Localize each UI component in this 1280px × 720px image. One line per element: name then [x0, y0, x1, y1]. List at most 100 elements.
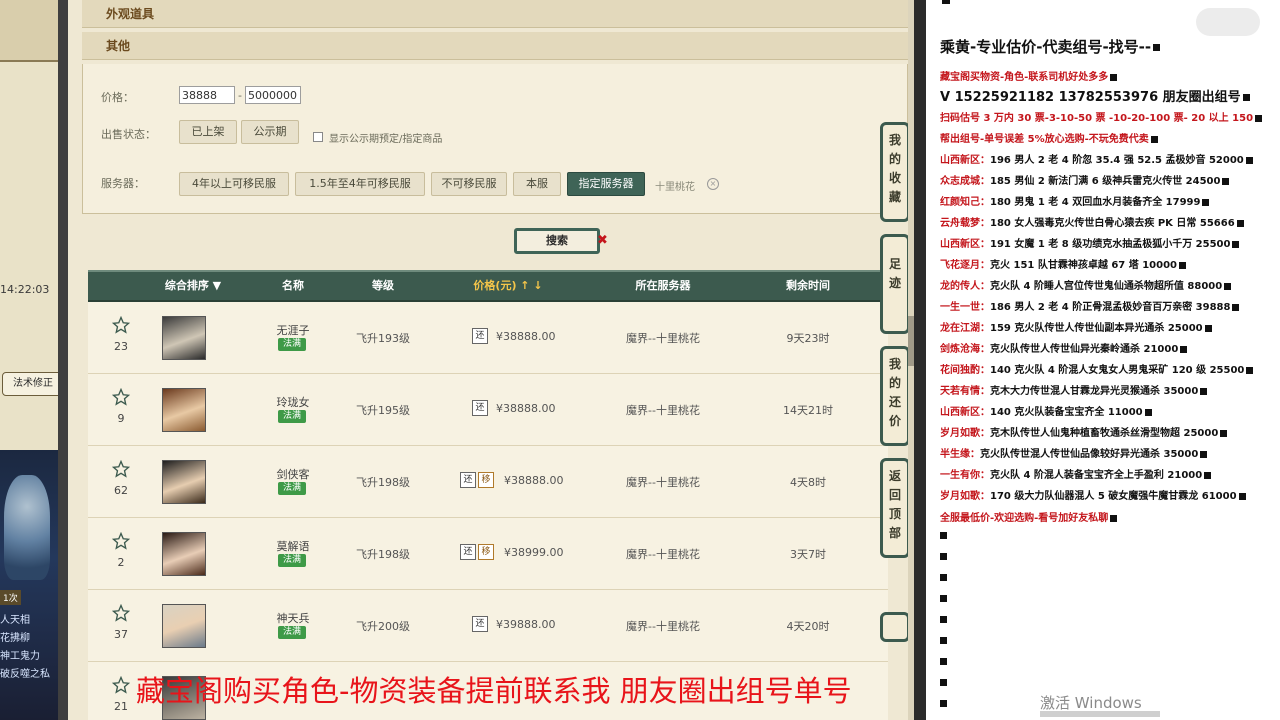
listing-entry: 半生缘：克火队传世混人传世仙品像较好异光通杀 35000 [940, 445, 1208, 460]
avatar[interactable] [162, 604, 206, 648]
entry-text: 140 克火队 4 阶混人女鬼女人男鬼采矿 120 级 25500 [990, 365, 1245, 376]
role-name[interactable]: 莫解语 [258, 538, 328, 554]
footprints-tab[interactable]: 足迹 [880, 234, 910, 334]
star-icon[interactable] [111, 387, 131, 409]
clear-server-icon[interactable]: × [707, 178, 719, 190]
listing-entry: 岁月如歌：170 级大力队仙器混人 5 破女魔强牛魔甘霖龙 61000 [940, 487, 1246, 502]
star-icon[interactable] [111, 459, 131, 481]
show-publicity-checkbox[interactable] [313, 132, 323, 142]
tag-group: 还 [472, 328, 490, 344]
skill-item: 花拂柳 [0, 633, 30, 644]
tag-group: 还 [472, 616, 490, 632]
star-icon[interactable] [111, 531, 131, 553]
sort-dropdown[interactable]: 综合排序 ▼ [148, 272, 238, 300]
selected-server: 十里桃花 [655, 182, 695, 193]
my-offers-tab[interactable]: 我的还价 [880, 346, 910, 446]
listing-table: 23 无涯子 法满 飞升193级 还 ¥38888.00 魔界--十里桃花 9天… [88, 302, 888, 720]
avatar[interactable] [162, 532, 206, 576]
role-name[interactable]: 无涯子 [258, 322, 328, 338]
avatar[interactable] [162, 316, 206, 360]
entry-text: 170 级大力队仙器混人 5 破女魔强牛魔甘霖龙 61000 [990, 491, 1237, 502]
blank-marker [940, 677, 947, 688]
server-no-migrate-button[interactable]: 不可移民服 [431, 172, 507, 196]
role-name[interactable]: 剑侠客 [258, 466, 328, 482]
blank-marker [940, 635, 947, 646]
sale-status-label: 出售状态： [101, 128, 156, 141]
price-separator: - [238, 89, 242, 102]
role-price: ¥38888.00 [496, 402, 556, 415]
panel-footer-text: 全服最低价-欢迎选购-看号加好友私聊 [940, 513, 1109, 524]
panel-title: 乘黄-专业估价-代卖组号-找号-- [940, 36, 1161, 57]
skill-list: 人天相 花拂柳 神工鬼力 破反噬之私 [0, 612, 50, 684]
star-icon[interactable] [111, 675, 131, 697]
listing-entry: 剑炼沧海：克火队传世人传世仙异光秦岭通杀 21000 [940, 340, 1188, 355]
tag-group: 还移 [460, 472, 496, 488]
section-other[interactable]: 其他 [82, 32, 908, 60]
scrollbar-thumb[interactable] [908, 316, 914, 366]
listing-entry: 花间独酌：140 克火队 4 阶混人女鬼女人男鬼采矿 120 级 25500 [940, 361, 1254, 376]
footprints-label: 足迹 [888, 257, 901, 290]
price-label: 价格： [101, 91, 134, 104]
magic-correction-button[interactable]: 法术修正 [2, 372, 58, 396]
my-favorites-tab[interactable]: 我的收藏 [880, 122, 910, 222]
role-name[interactable]: 玲珑女 [258, 394, 328, 410]
listing-entry: 众志成城：185 男仙 2 新法门满 6 级神兵雷克火传世 24500 [940, 172, 1230, 187]
entry-name: 龙在江湖： [940, 323, 990, 334]
blank-marker [940, 614, 947, 625]
top-marker [942, 0, 950, 4]
server-1-5-4yr-migrate-button[interactable]: 1.5年至4年可移民服 [295, 172, 425, 196]
star-icon[interactable] [111, 315, 131, 337]
tag-group: 还移 [460, 544, 496, 560]
remaining-time: 4天8时 [790, 476, 826, 489]
role-server: 魔界--十里桃花 [626, 404, 700, 417]
price-min-input[interactable] [179, 86, 235, 104]
entry-name: 山西新区： [940, 155, 990, 166]
game-top-panel [0, 0, 58, 62]
entry-name: 天若有情： [940, 386, 990, 397]
cangbaoge-browser-panel: 外观道具 其他 价格： - 出售状态： 已上架 公示期 显示公示期预定/指定商品… [68, 0, 914, 720]
table-row[interactable]: 62 剑侠客 法满 飞升198级 还移 ¥38888.00 魔界--十里桃花 4… [88, 446, 888, 518]
avatar[interactable] [162, 388, 206, 432]
server-4yr-migrate-button[interactable]: 4年以上可移民服 [179, 172, 289, 196]
col-price-sort[interactable]: 价格(元) ↑ ↓ [448, 272, 568, 300]
table-row[interactable]: 23 无涯子 法满 飞升193级 还 ¥38888.00 魔界--十里桃花 9天… [88, 302, 888, 374]
entry-name: 一生一世： [940, 302, 990, 313]
table-row[interactable]: 2 莫解语 法满 飞升198级 还移 ¥38999.00 魔界--十里桃花 3天… [88, 518, 888, 590]
listing-entry: 山西新区：140 克火队装备宝宝齐全 11000 [940, 403, 1152, 418]
watermark-subline [1040, 711, 1160, 717]
entry-name: 山西新区： [940, 407, 990, 418]
server-this-button[interactable]: 本服 [513, 172, 561, 196]
table-row[interactable]: 37 神天兵 法满 飞升200级 还 ¥39888.00 魔界--十里桃花 4天… [88, 590, 888, 662]
game-clock: 14:22:03 [0, 283, 50, 296]
table-row[interactable]: 9 玲珑女 法满 飞升195级 还 ¥38888.00 魔界--十里桃花 14天… [88, 374, 888, 446]
role-name[interactable]: 神天兵 [258, 610, 328, 626]
star-icon[interactable] [111, 603, 131, 625]
col-server: 所在服务器 [635, 279, 691, 292]
entry-text: 180 男鬼 1 老 4 双回血水月装备齐全 17999 [990, 197, 1201, 208]
remaining-time: 3天7时 [790, 548, 826, 561]
avatar[interactable] [162, 460, 206, 504]
entry-text: 186 男人 2 老 4 阶正骨混孟极妙音百万亲密 39888 [990, 302, 1231, 313]
back-to-top-tab[interactable]: 返回顶部 [880, 458, 910, 558]
transfer-tag: 移 [478, 544, 494, 560]
blank-marker [940, 530, 947, 541]
price-max-input[interactable] [245, 86, 301, 104]
remaining-time: 14天21时 [783, 404, 833, 417]
entry-name: 一生有你： [940, 470, 990, 481]
entry-name: 岁月如歌： [940, 428, 990, 439]
panel-line-buy-text: 藏宝阁买物资-角色-联系司机好处多多 [940, 72, 1109, 83]
status-listed-button[interactable]: 已上架 [179, 120, 237, 144]
entry-name: 飞花逐月： [940, 260, 990, 271]
entry-text: 克火队传世混人传世仙品像较好异光通杀 35000 [980, 449, 1199, 460]
my-favorites-label: 我的收藏 [888, 133, 901, 204]
entry-name: 花间独酌： [940, 365, 990, 376]
filter-panel: 价格： - 出售状态： 已上架 公示期 显示公示期预定/指定商品 服务器： 4年… [82, 64, 908, 214]
side-extra-tab[interactable] [880, 612, 910, 642]
server-specified-button[interactable]: 指定服务器 [567, 172, 645, 196]
search-button[interactable]: 搜索 [514, 228, 600, 254]
entry-name: 红颜知己： [940, 197, 990, 208]
status-publicity-button[interactable]: 公示期 [241, 120, 299, 144]
panel-line-contact-text: V 15225921182 13782553976 朋友圈出组号 [940, 90, 1241, 105]
section-appearance-items[interactable]: 外观道具 [82, 0, 908, 28]
entry-text: 克火队传世人传世仙异光秦岭通杀 21000 [990, 344, 1179, 355]
